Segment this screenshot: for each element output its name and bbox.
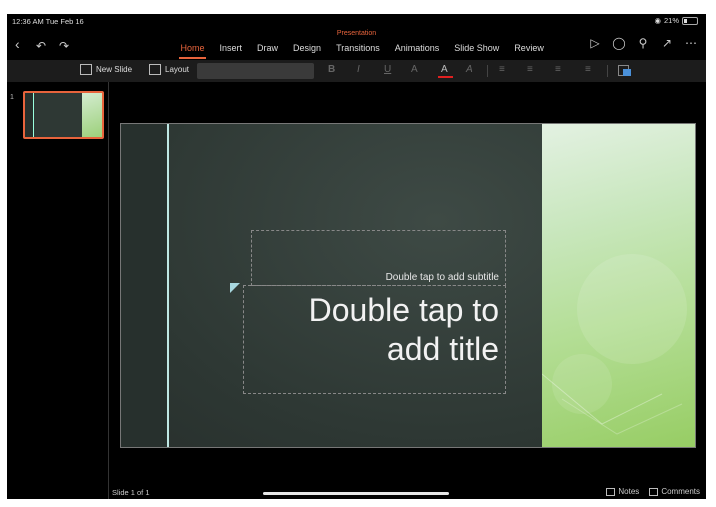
ribbon-tools: ▷ ◯ ⚲ ↗ ⋯ [588, 36, 698, 50]
home-indicator[interactable] [263, 492, 449, 495]
tab-animations[interactable]: Animations [387, 43, 447, 53]
subtitle-placeholder[interactable]: Double tap to add subtitle [251, 230, 506, 286]
device-screen: 12:36 AM Tue Feb 16 ◉ 21% Presentation ‹… [7, 14, 706, 499]
battery-icon [682, 16, 698, 25]
toolbar-divider [487, 65, 488, 77]
back-icon[interactable]: ‹ [15, 36, 20, 52]
title-placeholder[interactable]: Double tap to add title [243, 285, 506, 394]
italic-button[interactable]: I [357, 64, 360, 75]
underline-button[interactable]: U [384, 64, 391, 75]
status-time: 12:36 AM Tue Feb 16 [12, 17, 84, 26]
numbering-icon[interactable]: ≡ [527, 64, 533, 75]
tab-transitions[interactable]: Transitions [329, 43, 388, 53]
undo-icon[interactable]: ↶ [36, 38, 46, 54]
tab-insert[interactable]: Insert [212, 43, 250, 53]
highlight-button[interactable]: A [411, 64, 418, 75]
font-color-swatch [438, 76, 453, 78]
shapes-icon[interactable] [618, 65, 631, 76]
status-indicators: ◉ 21% [654, 16, 698, 25]
toolbar-divider [607, 65, 608, 77]
layout-icon [149, 64, 161, 75]
slide-decoration [542, 254, 687, 435]
align-icon[interactable]: ≡ [585, 64, 591, 75]
tab-review[interactable]: Review [507, 43, 552, 53]
font-name-field[interactable] [197, 63, 314, 79]
comments-button[interactable]: Comments [649, 487, 700, 496]
play-icon[interactable]: ▷ [588, 36, 602, 50]
thumbnail-strip [25, 93, 34, 137]
indent-icon[interactable]: ≡ [555, 64, 561, 75]
selection-handle[interactable] [230, 283, 240, 293]
font-color-button[interactable]: A [441, 64, 448, 75]
notes-icon [606, 487, 616, 496]
new-slide-icon [80, 64, 92, 75]
tab-slide-show[interactable]: Slide Show [447, 43, 507, 53]
subtitle-placeholder-text: Double tap to add subtitle [385, 272, 499, 283]
comments-label: Comments [661, 487, 700, 496]
clear-format-button[interactable]: A [466, 64, 473, 75]
share-icon[interactable]: ↗ [660, 36, 674, 50]
redo-icon[interactable]: ↷ [59, 38, 69, 54]
slide-left-strip [121, 124, 169, 447]
tab-draw[interactable]: Draw [250, 43, 286, 53]
slides-pane: 1 [7, 82, 109, 499]
slide-canvas[interactable]: Double tap to add subtitle Double tap to… [120, 123, 696, 448]
new-slide-label: New Slide [96, 65, 133, 74]
battery-percent: 21% [663, 16, 679, 25]
slide-green-panel [542, 124, 695, 447]
notes-button[interactable]: Notes [606, 487, 639, 496]
bottom-actions: Notes Comments [606, 487, 700, 496]
new-slide-button[interactable]: New Slide [80, 64, 132, 75]
slide-counter: Slide 1 of 1 [112, 488, 150, 497]
layout-label: Layout [165, 65, 190, 74]
ribbon-tabs: Home Insert Draw Design Transitions Anim… [173, 43, 552, 59]
slide-thumbnail-number: 1 [10, 94, 14, 101]
more-icon[interactable]: ⋯ [684, 36, 698, 50]
tab-design[interactable]: Design [286, 43, 329, 53]
bold-button[interactable]: B [328, 64, 335, 75]
bullets-icon[interactable]: ≡ [499, 64, 505, 75]
tab-home[interactable]: Home [173, 43, 212, 59]
notes-label: Notes [618, 487, 640, 496]
lightbulb-icon[interactable]: ◯ [612, 36, 626, 50]
layout-button[interactable]: Layout [149, 64, 189, 75]
wifi-icon: ◉ [654, 16, 661, 25]
comments-icon [649, 487, 659, 496]
slide-thumbnail[interactable] [23, 91, 104, 139]
search-icon[interactable]: ⚲ [636, 36, 650, 50]
title-placeholder-text: Double tap to add title [308, 292, 499, 367]
format-toolbar: New Slide Layout B I U A A A ≡ ≡ ≡ ≡ [7, 60, 706, 82]
thumbnail-green-panel [82, 93, 102, 137]
